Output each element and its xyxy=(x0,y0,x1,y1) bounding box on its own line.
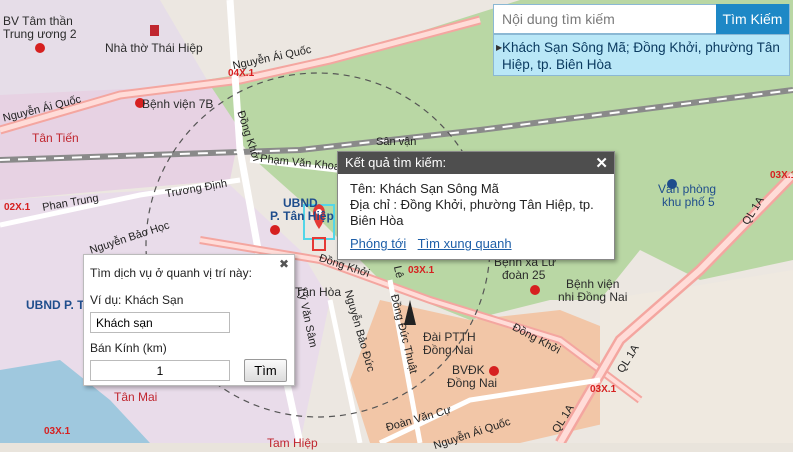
map-label: 03X.1 xyxy=(408,265,435,276)
search-result-popup: Kết quả tìm kiếm: ✕ Tên: Khách Sạn Sông … xyxy=(337,151,615,260)
nearby-example: Ví dụ: Khách Sạn xyxy=(90,293,184,307)
map-label: Đồng Nai xyxy=(423,343,474,357)
map-label: Bệnh viện xyxy=(566,277,620,291)
map-label: Trung ương 2 xyxy=(3,27,77,41)
map-label: 04X.1 xyxy=(228,68,255,79)
close-icon[interactable]: ✕ xyxy=(595,154,608,172)
map-label: BVĐK xyxy=(452,363,485,377)
search-button[interactable]: Tìm Kiếm xyxy=(716,4,789,34)
nearby-title: Tìm dịch vụ ở quanh vị trí này: xyxy=(90,266,252,280)
map-label: Đài PTTH xyxy=(423,330,476,344)
map-label: 03X.1 xyxy=(44,426,71,437)
search-bar: Tìm Kiếm xyxy=(493,4,790,34)
map-label: Tam Hiệp xyxy=(267,436,318,450)
search-nearby-link[interactable]: Tìm xung quanh xyxy=(418,236,512,251)
map-label: UBND xyxy=(283,196,318,210)
nearby-search-button[interactable]: Tìm xyxy=(244,359,287,382)
map-label: khu phố 5 xyxy=(662,195,715,209)
map-label: 03X.1 xyxy=(590,384,617,395)
search-suggestion[interactable]: ▶ Khách Sạn Sông Mã; Đồng Khởi, phường T… xyxy=(493,34,790,76)
map-label: Sân vận xyxy=(376,136,417,148)
result-name: Tên: Khách Sạn Sông Mã xyxy=(350,181,499,196)
map-label: Bệnh viện 7B xyxy=(142,97,214,111)
radius-label: Bán Kính (km) xyxy=(90,341,167,355)
map-label: đoàn 25 xyxy=(502,268,546,282)
result-address: Địa chỉ : Đồng Khởi, phường Tân Hiệp, tp… xyxy=(350,197,594,228)
map-label: Tân Tiến xyxy=(32,131,79,145)
church-icon xyxy=(150,25,159,36)
map-label: Lê xyxy=(390,264,406,280)
map-label: 02X.1 xyxy=(4,202,31,213)
map-label: P. Tân Hiệp xyxy=(270,209,334,223)
radius-input[interactable] xyxy=(90,360,230,381)
map-label: nhi Đồng Nai xyxy=(558,290,628,304)
suggestion-text: Khách Sạn Sông Mã; Đồng Khởi, phường Tân… xyxy=(502,40,780,72)
close-icon[interactable]: ✖ xyxy=(279,257,289,271)
hospital-icon xyxy=(489,366,499,376)
nearby-search-panel: ✖ Tìm dịch vụ ở quanh vị trí này: Ví dụ:… xyxy=(83,254,295,386)
map-label: 03X.1 xyxy=(770,170,793,181)
government-icon xyxy=(270,225,280,235)
map-label: Nhà thờ Thái Hiệp xyxy=(105,41,203,55)
map-label: Đồng Nai xyxy=(447,376,498,390)
map-label: BV Tâm thần xyxy=(3,14,73,28)
map-label: Văn phòng xyxy=(658,182,717,196)
popup-title: Kết quả tìm kiếm: xyxy=(338,152,614,174)
map-label: Tân Mai xyxy=(114,390,158,404)
zoom-to-link[interactable]: Phóng tới xyxy=(350,236,406,251)
search-input[interactable] xyxy=(494,5,716,33)
service-input[interactable] xyxy=(90,312,230,333)
hospital-icon xyxy=(530,285,540,295)
hospital-icon xyxy=(35,43,45,53)
